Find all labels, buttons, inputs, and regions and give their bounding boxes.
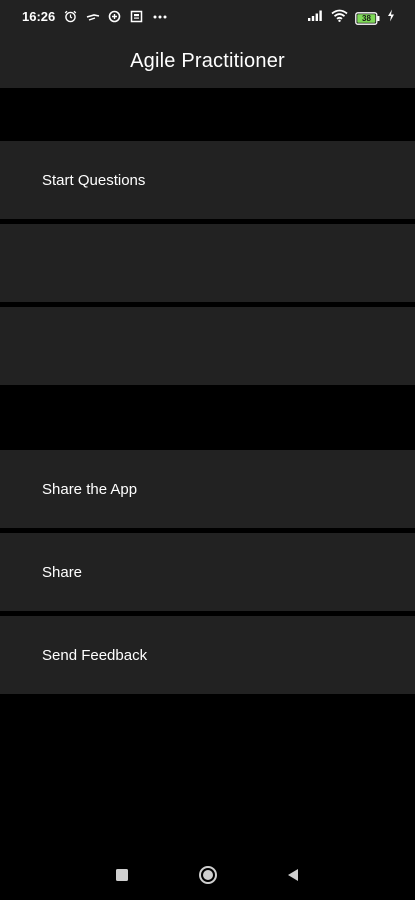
menu-item-label: Send Feedback [42, 646, 148, 664]
menu-item-empty-1[interactable] [0, 224, 415, 302]
square-icon [115, 868, 129, 887]
back-triangle-icon [286, 868, 300, 887]
charging-icon [387, 9, 395, 27]
menu-item-send-feedback[interactable]: Send Feedback [0, 616, 415, 694]
menu-item-label: Share the App [42, 480, 138, 498]
wifi-icon [331, 9, 348, 27]
news-icon [130, 10, 143, 23]
home-button[interactable] [197, 865, 219, 890]
circle-icon [198, 865, 218, 890]
battery-level: 38 [362, 13, 371, 23]
app-title: Agile Practitioner [130, 49, 285, 72]
menu-item-share-app[interactable]: Share the App [0, 450, 415, 528]
menu-item-start-questions[interactable]: Start Questions [0, 141, 415, 219]
menu-item-label: Start Questions [42, 171, 146, 189]
battery-icon: 38 [355, 11, 380, 25]
data-saver-icon [108, 10, 121, 23]
status-time: 16:26 [22, 9, 56, 24]
more-icon [152, 10, 167, 23]
app-bar: Agile Practitioner [0, 34, 415, 88]
status-right-group: 38 [307, 9, 395, 27]
menu-item-empty-2[interactable] [0, 307, 415, 385]
system-nav-bar [0, 852, 415, 900]
menu-item-label: Share [42, 563, 83, 581]
signal-icon [307, 9, 324, 27]
alarm-icon [64, 10, 77, 23]
recents-button[interactable] [111, 866, 133, 888]
status-bar: 16:26 38 [0, 0, 415, 34]
app-screen: 16:26 38 Agile Practitioner Start Questi… [0, 0, 415, 900]
menu-item-share[interactable]: Share [0, 533, 415, 611]
vpn-key-icon [86, 10, 100, 23]
status-left-group: 16:26 [22, 9, 167, 24]
back-button[interactable] [282, 866, 304, 888]
